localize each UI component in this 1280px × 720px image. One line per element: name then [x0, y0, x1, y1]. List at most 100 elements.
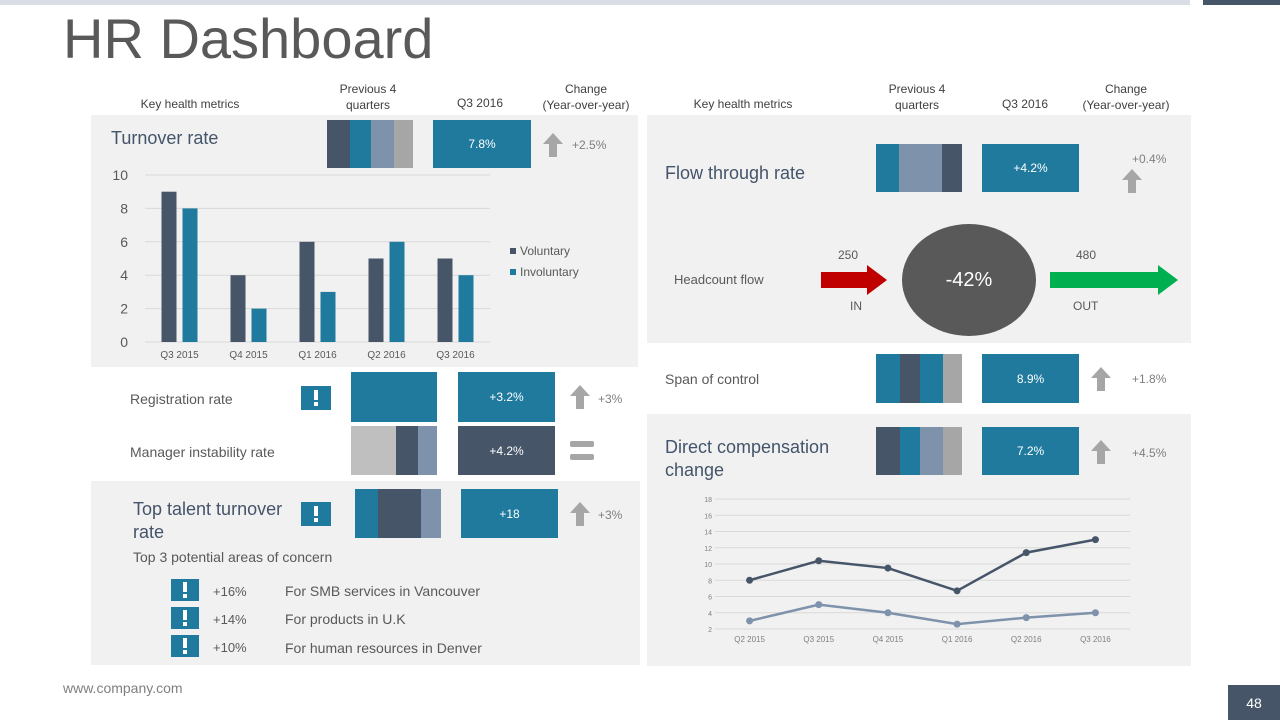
- registration-value: +3.2%: [458, 372, 555, 422]
- right-header-metrics: Key health metrics: [693, 97, 793, 111]
- bar-voluntary: [368, 258, 384, 342]
- headcount-change-value: -42%: [945, 268, 993, 291]
- line-point: [1091, 609, 1099, 617]
- page-title: HR Dashboard: [63, 7, 434, 70]
- registration-change: +3%: [598, 392, 623, 406]
- line-y-tick: 16: [704, 513, 712, 520]
- page-number: 48: [1246, 694, 1262, 711]
- left-header-prev: Previous 4 quarters: [339, 82, 397, 112]
- concern-title: Top 3 potential areas of concern: [133, 549, 333, 565]
- top-talent-value: +18: [461, 489, 558, 538]
- line-y-tick: 8: [708, 578, 712, 585]
- line-chart-x-ticks: Q2 2015 Q3 2015 Q4 2015 Q1 2016 Q2 2016 Q3 20…: [734, 635, 1111, 644]
- left-header-change: Change (Year-over-year): [542, 82, 630, 112]
- bar-involuntary: [182, 208, 198, 342]
- line-chart-series: [746, 536, 1099, 628]
- line-point: [815, 601, 823, 609]
- bar-involuntary: [320, 291, 336, 342]
- legend-swatch: [510, 269, 516, 275]
- bar-voluntary: [161, 191, 177, 342]
- registration-up-arrow-icon: [570, 385, 590, 409]
- turnover-up-arrow-icon: [543, 133, 563, 157]
- line-point: [953, 620, 961, 628]
- bar-y-tick: 4: [120, 267, 128, 283]
- concern-pct: +14%: [213, 612, 247, 627]
- footer-url: www.company.com: [63, 680, 183, 696]
- line-x-tick: Q2 2016: [1011, 635, 1042, 644]
- headcount-out-value: 480: [1076, 248, 1097, 262]
- turnover-label: Turnover rate: [111, 128, 219, 148]
- span-change: +1.8%: [1132, 372, 1167, 386]
- top-accent-bar: [0, 0, 1190, 5]
- bar-x-tick: Q2 2016: [367, 350, 406, 361]
- concern-alert-icon: [171, 579, 199, 601]
- line-point: [746, 576, 754, 584]
- headcount-out-label: OUT: [1073, 299, 1099, 313]
- line-y-tick: 4: [708, 611, 712, 618]
- line-y-tick: 12: [704, 546, 712, 553]
- concern-alert-icon: [171, 635, 199, 657]
- span-up-arrow-icon: [1091, 367, 1111, 391]
- line-chart-grid: [715, 498, 1130, 630]
- right-header-change: Change (Year-over-year): [1082, 82, 1170, 112]
- top-talent-alert-icon: [301, 502, 331, 526]
- right-header-current: Q3 2016: [1001, 97, 1049, 111]
- bar-voluntary: [230, 275, 246, 342]
- page-number-box: 48: [1228, 685, 1280, 720]
- line-x-tick: Q2 2015: [734, 635, 765, 644]
- concern-pct: +10%: [213, 640, 247, 655]
- registration-label: Registration rate: [130, 391, 233, 407]
- flow-prev-quarters: [876, 144, 962, 192]
- headcount-out-arrow-icon: [1050, 265, 1178, 295]
- line-x-tick: Q1 2016: [942, 635, 973, 644]
- concern-alert-icon: [171, 607, 199, 629]
- bar-voluntary: [299, 241, 315, 342]
- top-talent-label: Top talent turnover rate: [133, 499, 283, 542]
- bar-y-tick: 10: [112, 167, 128, 183]
- bar-y-tick: 0: [120, 334, 128, 350]
- compensation-up-arrow-icon: [1091, 440, 1111, 464]
- bar-chart-x-ticks: Q3 2015 Q4 2015 Q1 2016 Q2 2016 Q3 2016: [160, 350, 475, 361]
- concern-text: For human resources in Denver: [285, 640, 482, 656]
- bar-x-tick: Q4 2015: [229, 350, 268, 361]
- flow-value: +4.2%: [982, 144, 1079, 192]
- legend-label: Voluntary: [520, 244, 570, 258]
- line-point: [1022, 549, 1030, 557]
- span-value: 8.9%: [982, 354, 1079, 403]
- line-point: [884, 564, 892, 572]
- bar-involuntary: [251, 308, 267, 342]
- line-chart-y-ticks: 2 4 6 8 10 12 14 16 18: [704, 497, 712, 634]
- left-header-metrics: Key health metrics: [140, 97, 240, 111]
- headcount-in-arrow-icon: [821, 265, 887, 295]
- manager-label: Manager instability rate: [130, 444, 275, 460]
- span-label: Span of control: [665, 371, 760, 387]
- line-point: [953, 587, 961, 595]
- line-point: [1091, 536, 1099, 544]
- headcount-label: Headcount flow: [674, 272, 764, 287]
- flow-label: Flow through rate: [665, 163, 806, 183]
- registration-prev-quarters: [351, 372, 437, 422]
- line-y-tick: 2: [708, 627, 712, 634]
- top-talent-up-arrow-icon: [570, 502, 590, 526]
- compensation-value: 7.2%: [982, 427, 1079, 475]
- top-talent-change: +3%: [598, 508, 623, 522]
- bar-chart-legend: Voluntary Involuntary: [510, 244, 579, 279]
- line-x-tick: Q3 2016: [1080, 635, 1111, 644]
- line-y-tick: 6: [708, 595, 712, 602]
- line-y-tick: 18: [704, 497, 712, 504]
- top-talent-prev-quarters: [355, 489, 441, 538]
- bar-x-tick: Q1 2016: [298, 350, 337, 361]
- concern-pct: +16%: [213, 584, 247, 599]
- bar-y-tick: 6: [120, 234, 128, 250]
- flow-change: +0.4%: [1132, 152, 1167, 166]
- line-point: [884, 609, 892, 617]
- compensation-change: +4.5%: [1132, 446, 1167, 460]
- bar-chart-y-ticks: 0 2 4 6 8 10: [112, 167, 128, 350]
- headcount-in-label: IN: [850, 299, 862, 313]
- line-x-tick: Q4 2015: [873, 635, 904, 644]
- legend-swatch: [510, 248, 516, 254]
- bar-chart-bars: [161, 191, 474, 342]
- right-header-prev: Previous 4 quarters: [888, 82, 946, 112]
- headcount-in-value: 250: [838, 248, 859, 262]
- line-point: [815, 557, 823, 565]
